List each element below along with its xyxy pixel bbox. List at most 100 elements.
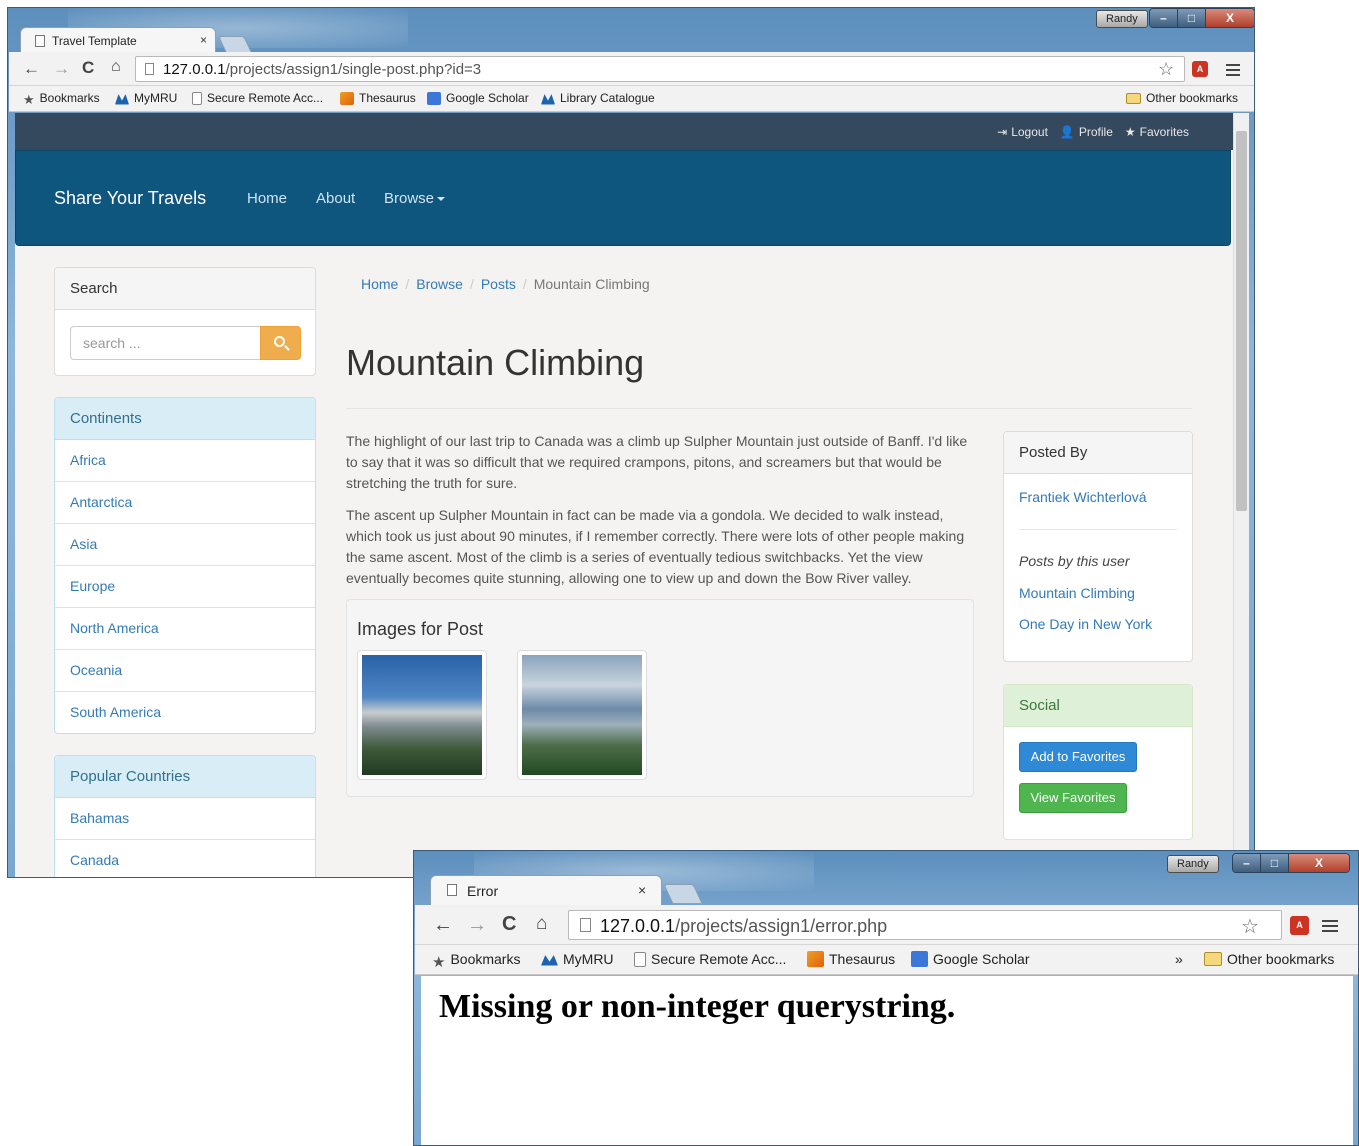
minimize-button[interactable]: – — [1150, 9, 1178, 27]
country-canada[interactable]: Canada — [55, 840, 315, 877]
bookmark-star-icon[interactable]: ☆ — [1241, 914, 1259, 939]
page-icon — [580, 918, 591, 932]
nav-browse[interactable]: Browse — [384, 190, 446, 207]
title-divider — [346, 408, 1192, 409]
user-profile-button[interactable]: Randy — [1167, 855, 1219, 873]
star-icon: ★ — [23, 91, 35, 107]
continent-oceania[interactable]: Oceania — [55, 650, 315, 692]
page-title: Mountain Climbing — [346, 342, 645, 383]
user-post-link[interactable]: Mountain Climbing — [1019, 585, 1135, 601]
error-message: Missing or non-integer querystring. — [439, 988, 956, 1025]
countries-heading: Popular Countries — [55, 756, 315, 798]
bookmark-secure-remote[interactable]: Secure Remote Acc... — [634, 951, 786, 967]
forward-arrow-icon[interactable]: → — [53, 59, 70, 79]
continent-antarctica[interactable]: Antarctica — [55, 482, 315, 524]
chrome-menu-icon[interactable] — [1322, 920, 1338, 935]
address-bar[interactable]: 127.0.0.1/projects/assign1/error.php ☆ — [568, 910, 1282, 940]
bookmark-mymru[interactable]: MyMRU — [541, 951, 614, 967]
continent-europe[interactable]: Europe — [55, 566, 315, 608]
thesaurus-icon — [340, 91, 354, 105]
window-controls: – □ X — [1232, 853, 1350, 873]
home-icon[interactable]: ⌂ — [536, 913, 547, 935]
search-icon — [274, 336, 285, 347]
social-panel: Social Add to Favorites View Favorites — [1003, 684, 1193, 840]
bookmark-star-icon[interactable]: ☆ — [1158, 59, 1174, 80]
author-link[interactable]: Frantiek Wichterlová — [1019, 489, 1147, 505]
tab-close-icon[interactable]: × — [638, 882, 646, 898]
bookmarks-bar: ★ Bookmarks MyMRU Secure Remote Acc... Th… — [9, 86, 1254, 112]
pdf-extension-icon[interactable]: A — [1192, 61, 1208, 77]
page-icon — [634, 951, 646, 967]
bookmark-other[interactable]: Other bookmarks — [1126, 91, 1238, 105]
address-bar[interactable]: 127.0.0.1/projects/assign1/single-post.p… — [135, 56, 1185, 82]
minimize-button[interactable]: – — [1233, 854, 1261, 872]
tab-travel-template[interactable]: Travel Template × — [20, 27, 216, 53]
breadcrumb-home[interactable]: Home — [361, 276, 398, 292]
chrome-menu-icon[interactable] — [1226, 64, 1240, 79]
mru-logo-icon — [541, 94, 555, 105]
search-button[interactable] — [260, 326, 301, 360]
bookmark-mymru[interactable]: MyMRU — [115, 91, 177, 105]
bookmark-bookmarks[interactable]: ★ Bookmarks — [23, 91, 100, 107]
breadcrumb-posts[interactable]: Posts — [481, 276, 516, 292]
google-scholar-icon — [911, 951, 928, 967]
nav-about[interactable]: About — [316, 190, 355, 207]
maximize-button[interactable]: □ — [1178, 9, 1206, 27]
browser-window-error: Randy – □ X Error × ← → C ⌂ 127.0.0.1/pr… — [413, 850, 1359, 1146]
page-icon — [35, 35, 45, 47]
forward-arrow-icon[interactable]: → — [467, 914, 487, 937]
social-heading: Social — [1004, 685, 1192, 727]
continent-asia[interactable]: Asia — [55, 524, 315, 566]
continent-north-america[interactable]: North America — [55, 608, 315, 650]
bookmark-other[interactable]: Other bookmarks — [1204, 951, 1334, 967]
close-button[interactable]: X — [1289, 854, 1349, 872]
back-arrow-icon[interactable]: ← — [433, 914, 453, 937]
user-profile-button[interactable]: Randy — [1096, 10, 1148, 28]
tab-title: Error — [467, 883, 499, 899]
breadcrumb-separator: / — [469, 276, 474, 292]
continent-south-america[interactable]: South America — [55, 692, 315, 734]
page-icon — [145, 63, 154, 75]
site-brand[interactable]: Share Your Travels — [54, 188, 206, 209]
search-input[interactable]: search ... — [70, 326, 260, 360]
bookmark-google-scholar[interactable]: Google Scholar — [427, 91, 529, 105]
nav-home[interactable]: Home — [247, 190, 287, 207]
folder-icon — [1126, 92, 1141, 104]
profile-link[interactable]: 👤 Profile — [1060, 125, 1113, 139]
home-icon[interactable]: ⌂ — [111, 58, 121, 76]
breadcrumb-browse[interactable]: Browse — [416, 276, 463, 292]
bookmark-bookmarks[interactable]: ★ Bookmarks — [432, 951, 520, 971]
scrollbar-thumb[interactable] — [1236, 131, 1247, 511]
mru-logo-icon — [115, 94, 129, 105]
tab-close-icon[interactable]: × — [200, 33, 207, 47]
breadcrumb-current: Mountain Climbing — [533, 276, 650, 292]
posts-by-user-label: Posts by this user — [1019, 553, 1130, 569]
user-post-link[interactable]: One Day in New York — [1019, 616, 1152, 632]
tab-error[interactable]: Error × — [430, 875, 662, 905]
bookmark-secure-remote[interactable]: Secure Remote Acc... — [192, 91, 323, 105]
add-to-favorites-button[interactable]: Add to Favorites — [1019, 742, 1137, 772]
bookmark-google-scholar[interactable]: Google Scholar — [911, 951, 1030, 967]
reload-icon[interactable]: C — [82, 58, 94, 78]
country-bahamas[interactable]: Bahamas — [55, 798, 315, 840]
mountain-photo — [362, 655, 482, 775]
close-button[interactable]: X — [1206, 9, 1254, 27]
post-image-thumbnail[interactable] — [517, 650, 647, 780]
bookmark-thesaurus[interactable]: Thesaurus — [807, 951, 895, 967]
back-arrow-icon[interactable]: ← — [23, 59, 40, 79]
continent-africa[interactable]: Africa — [55, 440, 315, 482]
post-image-thumbnail[interactable] — [357, 650, 487, 780]
bookmark-library-catalogue[interactable]: Library Catalogue — [541, 91, 655, 105]
bookmark-overflow-chevron[interactable]: » — [1175, 951, 1183, 967]
vertical-scrollbar[interactable] — [1233, 113, 1249, 877]
bookmark-thesaurus[interactable]: Thesaurus — [340, 91, 416, 105]
caret-down-icon — [437, 197, 446, 202]
view-favorites-button[interactable]: View Favorites — [1019, 783, 1127, 813]
reload-icon[interactable]: C — [502, 913, 516, 936]
posted-by-heading: Posted By — [1004, 432, 1192, 474]
maximize-button[interactable]: □ — [1261, 854, 1289, 872]
main-navbar: Share Your Travels Home About Browse — [15, 150, 1231, 246]
pdf-extension-icon[interactable]: A — [1290, 916, 1309, 935]
favorites-link[interactable]: ★ Favorites — [1125, 125, 1189, 139]
logout-link[interactable]: ⇥ Logout — [997, 125, 1048, 139]
